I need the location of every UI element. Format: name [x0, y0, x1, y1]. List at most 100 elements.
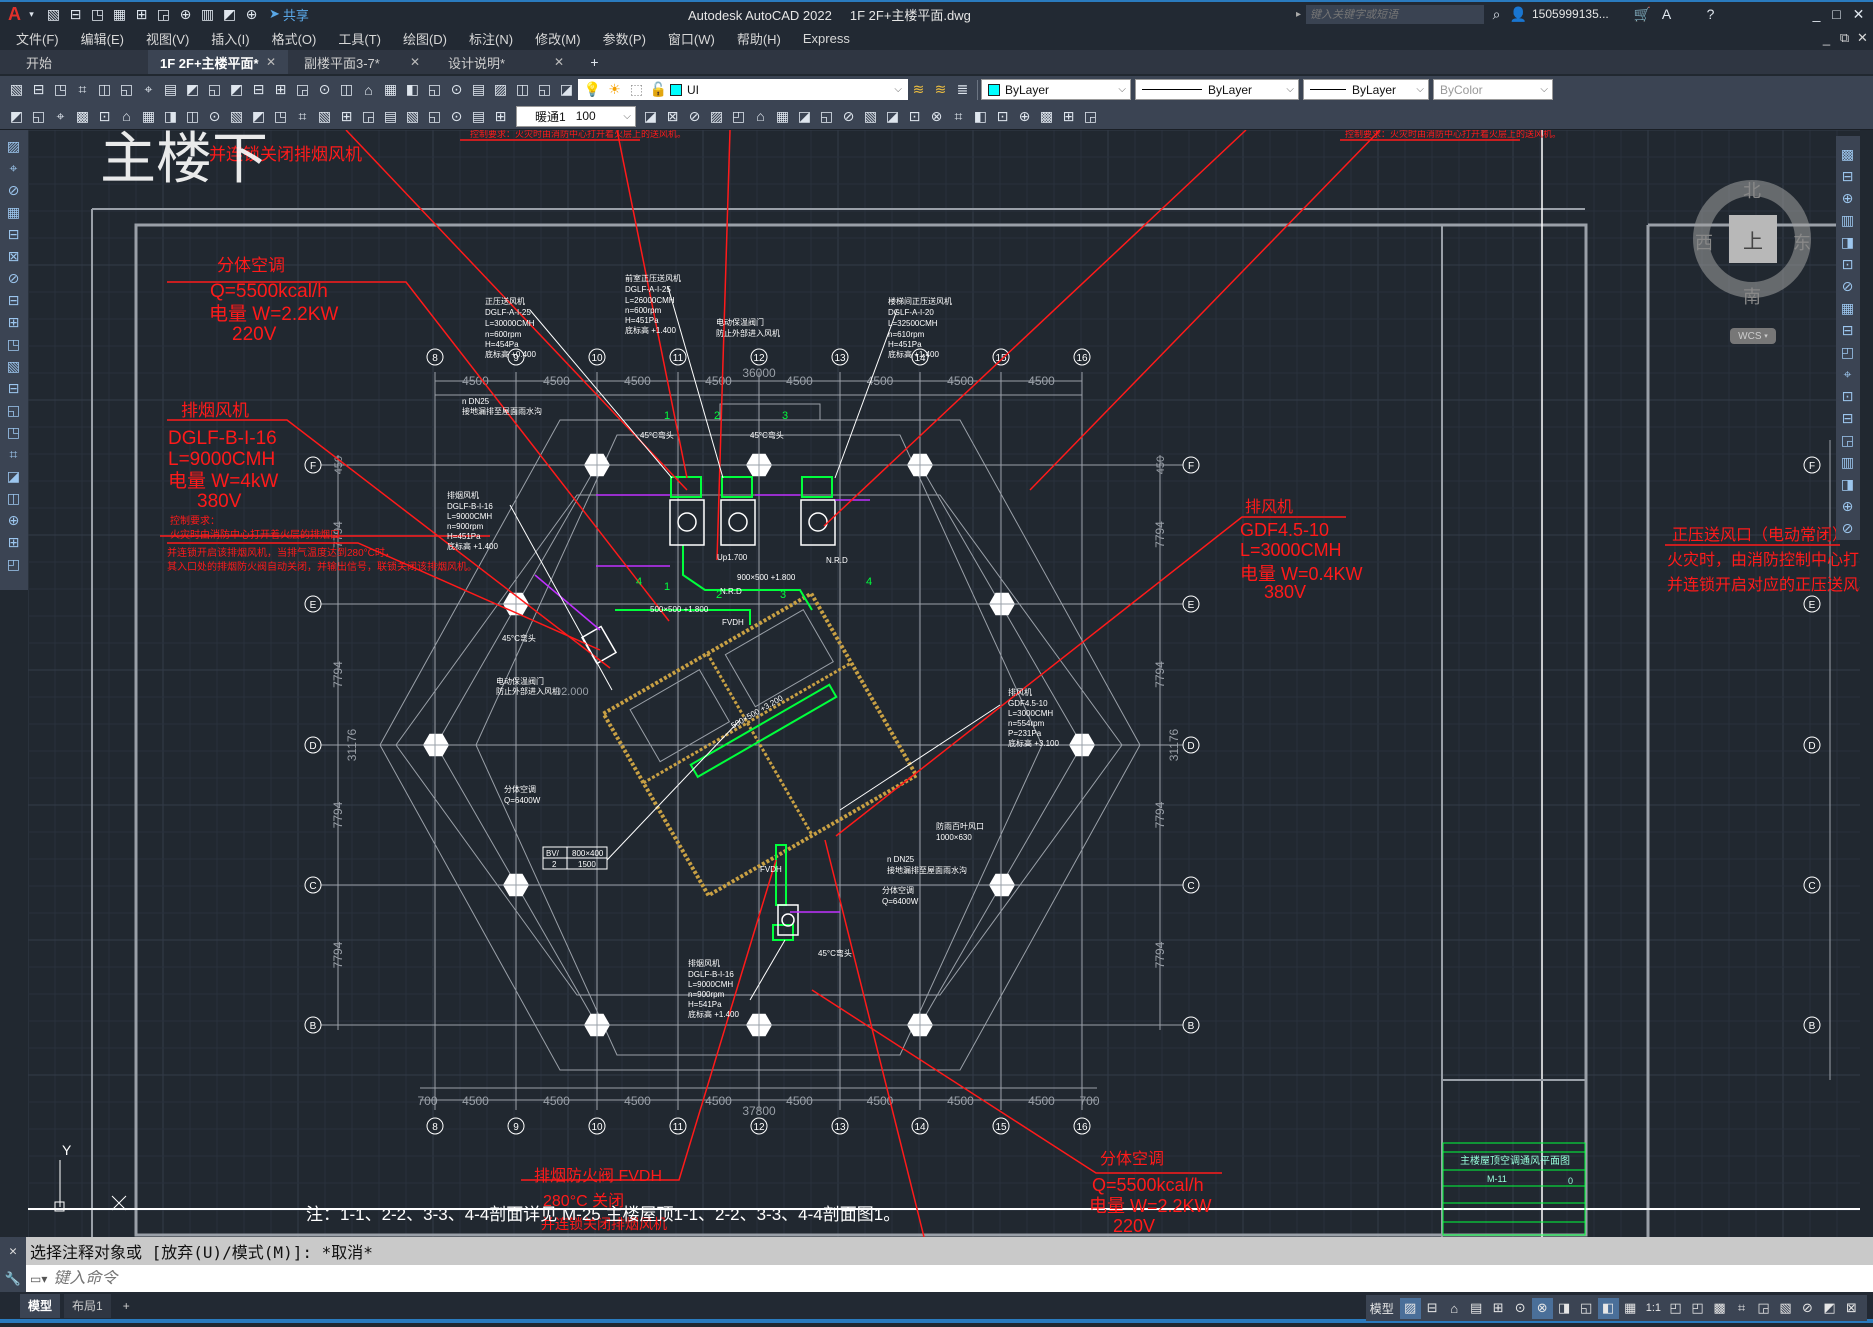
- viewcube[interactable]: 上 北 西 东 南 WCS ▾: [1693, 155, 1813, 355]
- sheet-set-icon[interactable]: ▤: [468, 79, 489, 100]
- line-icon[interactable]: ▨: [3, 136, 24, 157]
- polyline-icon[interactable]: ⊘: [3, 180, 24, 201]
- delete-faces-icon[interactable]: ◪: [794, 106, 815, 127]
- tab-annex-plan[interactable]: 副楼平面3-7* ✕: [292, 50, 432, 74]
- customize-icon[interactable]: ⊕: [241, 4, 262, 25]
- viewcube-face-top[interactable]: 上: [1729, 215, 1777, 263]
- recent-commands-icon[interactable]: ▭▾: [30, 1272, 47, 1286]
- tool-palettes-icon[interactable]: ⊙: [446, 79, 467, 100]
- osnap-icon[interactable]: ⊗: [1531, 1297, 1553, 1319]
- offset-faces-icon[interactable]: ▦: [772, 106, 793, 127]
- plot-icon[interactable]: ⌗: [72, 79, 93, 100]
- extrude-faces-icon[interactable]: ◰: [728, 106, 749, 127]
- paste-icon[interactable]: ◱: [204, 79, 225, 100]
- copy-faces-icon[interactable]: ◪: [882, 106, 903, 127]
- search-expand-icon[interactable]: ▸: [1296, 9, 1301, 20]
- make-block-icon[interactable]: ◱: [3, 400, 24, 421]
- ordinate-dim-icon[interactable]: ▦: [138, 106, 159, 127]
- save-icon[interactable]: ◳: [87, 4, 108, 25]
- color-faces-icon[interactable]: ▧: [860, 106, 881, 127]
- make-current-layer-icon[interactable]: ≋: [908, 79, 929, 100]
- menu-express[interactable]: Express: [803, 31, 850, 46]
- properties-icon[interactable]: ◧: [402, 79, 423, 100]
- separate-icon[interactable]: ⊗: [926, 106, 947, 127]
- quick-properties-icon[interactable]: ◲: [1753, 1298, 1774, 1319]
- user-account[interactable]: 1505999135...: [1532, 7, 1609, 21]
- zoom-previous-icon[interactable]: ▦: [380, 79, 401, 100]
- close-icon[interactable]: ✕: [1848, 4, 1869, 25]
- zoom-window-icon[interactable]: ⌂: [358, 79, 379, 100]
- isodraft-icon[interactable]: ⊞: [1488, 1298, 1509, 1319]
- spline-icon[interactable]: ⊞: [3, 312, 24, 333]
- layout-tab-layout1[interactable]: 布局1: [64, 1293, 111, 1318]
- imprint-icon[interactable]: ⊡: [904, 106, 925, 127]
- menu-edit[interactable]: 编辑(E): [81, 29, 124, 48]
- menu-dimension[interactable]: 标注(N): [469, 29, 513, 48]
- check-icon[interactable]: ◧: [970, 106, 991, 127]
- 3d-print-icon[interactable]: ⌖: [138, 79, 159, 100]
- gradient-icon[interactable]: ◪: [3, 466, 24, 487]
- multiline-text-icon[interactable]: ⊞: [3, 532, 24, 553]
- diameter-dim-icon[interactable]: ⊙: [204, 106, 225, 127]
- copy-icon[interactable]: ⊟: [1837, 166, 1858, 187]
- ellipse-icon[interactable]: ◳: [3, 334, 24, 355]
- menu-view[interactable]: 视图(V): [146, 29, 189, 48]
- osnap-tracking-icon[interactable]: ⊙: [1510, 1298, 1531, 1319]
- rotate-icon[interactable]: ⊘: [1837, 276, 1858, 297]
- circle-icon[interactable]: ⊘: [3, 268, 24, 289]
- subtract-icon[interactable]: ⊘: [684, 106, 705, 127]
- table-icon[interactable]: ⊕: [3, 510, 24, 531]
- undo-icon[interactable]: ▥: [197, 4, 218, 25]
- new-icon[interactable]: ▧: [6, 79, 27, 100]
- publish-icon[interactable]: ◱: [116, 79, 137, 100]
- quick-dim-icon[interactable]: ◩: [248, 106, 269, 127]
- menu-tools[interactable]: 工具(T): [338, 29, 381, 48]
- minimize-icon[interactable]: _: [1806, 4, 1827, 25]
- command-input[interactable]: [53, 1269, 1754, 1288]
- autodesk-app-icon[interactable]: A: [1656, 4, 1677, 25]
- region-icon[interactable]: ◫: [3, 488, 24, 509]
- new-icon[interactable]: ▧: [43, 4, 64, 25]
- continue-dim-icon[interactable]: ⌗: [292, 106, 313, 127]
- share-icon[interactable]: ➤: [269, 6, 280, 22]
- help-icon[interactable]: ◱: [534, 79, 555, 100]
- help-icon[interactable]: ?: [1700, 4, 1721, 25]
- compass-south[interactable]: 南: [1743, 283, 1761, 309]
- array-icon[interactable]: ◨: [1837, 232, 1858, 253]
- dim-tedit-icon[interactable]: ▤: [468, 106, 489, 127]
- redo-icon[interactable]: ◩: [219, 4, 240, 25]
- ellipse-arc-icon[interactable]: ▧: [3, 356, 24, 377]
- units-icon[interactable]: ⌗: [1731, 1298, 1752, 1319]
- color-dropdown[interactable]: ByLayer ⌵: [981, 79, 1131, 100]
- model-space-button[interactable]: 模型: [1370, 1300, 1394, 1317]
- linetype-dropdown[interactable]: ByLayer ⌵: [1135, 79, 1299, 100]
- construction-line-icon[interactable]: ⌖: [3, 158, 24, 179]
- layer-dropdown[interactable]: 💡 ☀ ⬚ 🔓 UI ⌵: [578, 79, 908, 100]
- arc-length-icon[interactable]: ⌂: [116, 106, 137, 127]
- match-properties-icon[interactable]: ◩: [226, 79, 247, 100]
- shell-icon[interactable]: ⌗: [948, 106, 969, 127]
- new-tab-plus-icon[interactable]: +: [584, 52, 605, 73]
- rectangle-icon[interactable]: ⊟: [3, 224, 24, 245]
- polygon-icon[interactable]: ▦: [3, 202, 24, 223]
- dim-style-icon[interactable]: ◪: [640, 106, 661, 127]
- pan-icon[interactable]: ⊙: [314, 79, 335, 100]
- jogged-dim-icon[interactable]: ◫: [182, 106, 203, 127]
- grid-icon[interactable]: ▨: [1399, 1297, 1421, 1319]
- union-icon[interactable]: ⊠: [662, 106, 683, 127]
- auto-scale-icon[interactable]: ▦: [1620, 1298, 1641, 1319]
- undo-icon[interactable]: ⊞: [270, 79, 291, 100]
- ortho-icon[interactable]: ⌂: [1444, 1298, 1465, 1319]
- drawing-canvas[interactable]: 8 8 9 9 10 10 11 11 12 12 13 13 14 14 15 15 16 16 F F F E E E D D…: [28, 130, 1860, 1237]
- menu-draw[interactable]: 绘图(D): [403, 29, 447, 48]
- design-center-icon[interactable]: ◱: [424, 79, 445, 100]
- arc-icon[interactable]: ⊠: [3, 246, 24, 267]
- center-mark-icon[interactable]: ▤: [380, 106, 401, 127]
- dim-text-edit-icon[interactable]: ⊙: [446, 106, 467, 127]
- lineweight-icon[interactable]: ◨: [1554, 1298, 1575, 1319]
- menu-parametric[interactable]: 参数(P): [603, 29, 646, 48]
- hardware-acceleration-icon[interactable]: ▧: [1775, 1298, 1796, 1319]
- extend-icon[interactable]: ⌖: [1837, 364, 1858, 385]
- save-icon[interactable]: ◳: [50, 79, 71, 100]
- dim-override-icon[interactable]: ⊞: [490, 106, 511, 127]
